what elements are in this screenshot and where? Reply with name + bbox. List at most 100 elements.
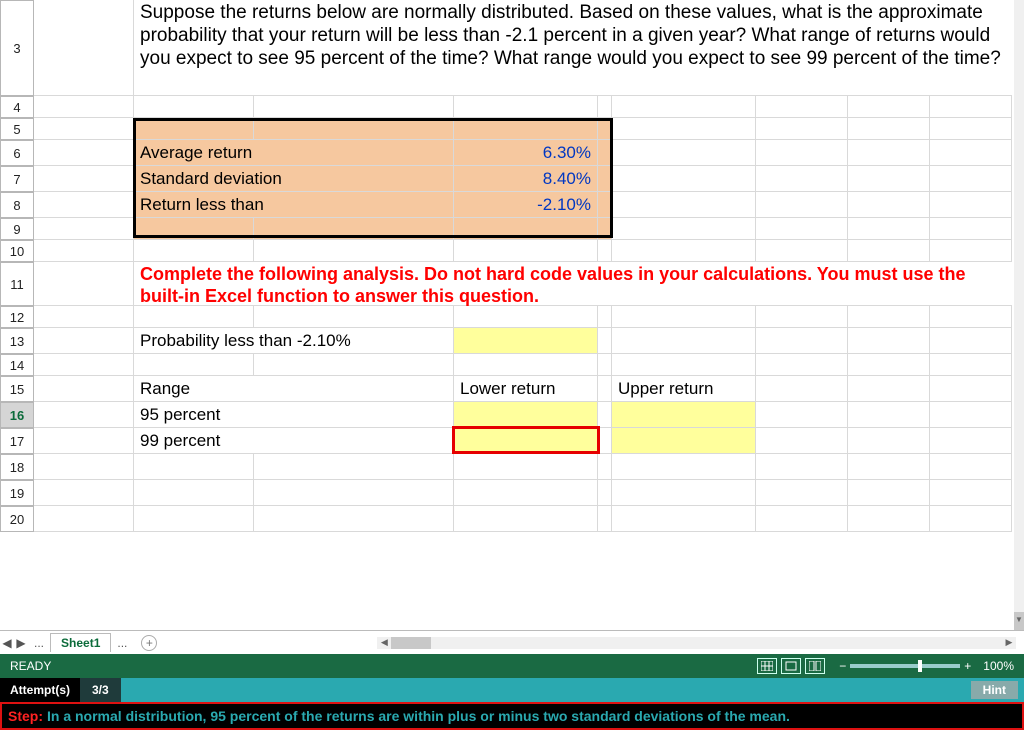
cell[interactable] <box>756 96 848 118</box>
cell[interactable] <box>254 354 454 376</box>
cell[interactable] <box>454 306 598 328</box>
cell[interactable] <box>848 328 930 354</box>
cell[interactable] <box>930 428 1012 454</box>
cell[interactable] <box>34 192 134 218</box>
cell[interactable] <box>848 506 930 532</box>
cell[interactable] <box>756 328 848 354</box>
hint-button[interactable]: Hint <box>971 681 1018 699</box>
cell[interactable] <box>598 376 612 402</box>
row-header-4[interactable]: 4 <box>0 96 34 118</box>
zoom-control[interactable]: − + 100% <box>839 659 1014 673</box>
return-lt-value[interactable]: -2.10% <box>454 192 598 218</box>
cell[interactable] <box>454 354 598 376</box>
cell[interactable] <box>454 96 598 118</box>
add-sheet-button[interactable]: + <box>141 635 157 651</box>
cell[interactable] <box>454 480 598 506</box>
cell[interactable] <box>34 506 134 532</box>
row-header-9[interactable]: 9 <box>0 218 34 240</box>
cell[interactable] <box>134 454 254 480</box>
cell[interactable] <box>598 328 612 354</box>
cell[interactable] <box>134 218 254 240</box>
cell[interactable] <box>756 192 848 218</box>
cell[interactable] <box>756 218 848 240</box>
cell[interactable] <box>134 506 254 532</box>
cell[interactable] <box>254 454 454 480</box>
cell[interactable] <box>254 480 454 506</box>
zoom-in-icon[interactable]: + <box>964 659 971 673</box>
page-break-view-icon[interactable] <box>805 658 825 674</box>
cell[interactable] <box>930 96 1012 118</box>
cell[interactable] <box>612 96 756 118</box>
cell[interactable] <box>598 118 612 140</box>
tab-overflow[interactable]: ... <box>28 636 50 650</box>
cell[interactable] <box>454 118 598 140</box>
cell[interactable] <box>254 118 454 140</box>
cell[interactable] <box>454 506 598 532</box>
sheet-tab-sheet1[interactable]: Sheet1 <box>50 633 111 652</box>
lower-99-input[interactable] <box>454 428 598 454</box>
cell[interactable] <box>848 118 930 140</box>
cell[interactable] <box>930 140 1012 166</box>
cell[interactable] <box>756 166 848 192</box>
row-header-5[interactable]: 5 <box>0 118 34 140</box>
cell[interactable] <box>34 240 134 262</box>
cell[interactable] <box>134 240 254 262</box>
cell[interactable] <box>756 506 848 532</box>
row-header-16[interactable]: 16 <box>0 402 34 428</box>
scroll-left-icon[interactable]: ◀ <box>377 637 391 648</box>
upper-99-input[interactable] <box>612 428 756 454</box>
cell[interactable] <box>598 240 612 262</box>
cell[interactable] <box>848 192 930 218</box>
cell[interactable] <box>848 166 930 192</box>
row-header-12[interactable]: 12 <box>0 306 34 328</box>
row-header-11[interactable]: 11 <box>0 262 34 306</box>
cell[interactable] <box>134 306 254 328</box>
cell[interactable] <box>598 454 612 480</box>
cell[interactable] <box>756 480 848 506</box>
tab-overflow-right[interactable]: ... <box>111 636 133 650</box>
cell[interactable] <box>756 140 848 166</box>
zoom-out-icon[interactable]: − <box>839 659 846 673</box>
cell[interactable] <box>848 428 930 454</box>
avg-return-value[interactable]: 6.30% <box>454 140 598 166</box>
cell[interactable] <box>756 402 848 428</box>
row-header-19[interactable]: 19 <box>0 480 34 506</box>
cell[interactable] <box>930 354 1012 376</box>
row-header-6[interactable]: 6 <box>0 140 34 166</box>
row-header-3[interactable]: 3 <box>0 0 34 96</box>
cell[interactable] <box>612 354 756 376</box>
cell[interactable] <box>612 192 756 218</box>
cell[interactable] <box>598 306 612 328</box>
cell[interactable] <box>34 454 134 480</box>
probability-input[interactable] <box>454 328 598 354</box>
cell[interactable] <box>34 262 134 306</box>
cell[interactable] <box>598 96 612 118</box>
cell[interactable] <box>254 218 454 240</box>
cell[interactable] <box>848 240 930 262</box>
cell[interactable] <box>454 454 598 480</box>
cell[interactable] <box>930 376 1012 402</box>
cell[interactable] <box>930 118 1012 140</box>
cell[interactable] <box>598 506 612 532</box>
cell[interactable] <box>848 376 930 402</box>
cell[interactable] <box>848 480 930 506</box>
row-header-20[interactable]: 20 <box>0 506 34 532</box>
cell[interactable] <box>254 306 454 328</box>
cell[interactable] <box>34 402 134 428</box>
cell[interactable] <box>930 506 1012 532</box>
cell[interactable] <box>756 118 848 140</box>
cell[interactable] <box>598 480 612 506</box>
cell[interactable] <box>598 140 612 166</box>
cell[interactable] <box>34 376 134 402</box>
cell[interactable] <box>930 218 1012 240</box>
cell[interactable] <box>930 192 1012 218</box>
row-header-8[interactable]: 8 <box>0 192 34 218</box>
cell[interactable] <box>598 402 612 428</box>
scroll-right-icon[interactable]: ▶ <box>1002 637 1016 648</box>
cell[interactable] <box>848 454 930 480</box>
worksheet-area[interactable]: 3 Suppose the returns below are normally… <box>0 0 1014 630</box>
cell[interactable] <box>612 118 756 140</box>
cell[interactable] <box>848 140 930 166</box>
cell[interactable] <box>598 166 612 192</box>
cell[interactable] <box>756 376 848 402</box>
